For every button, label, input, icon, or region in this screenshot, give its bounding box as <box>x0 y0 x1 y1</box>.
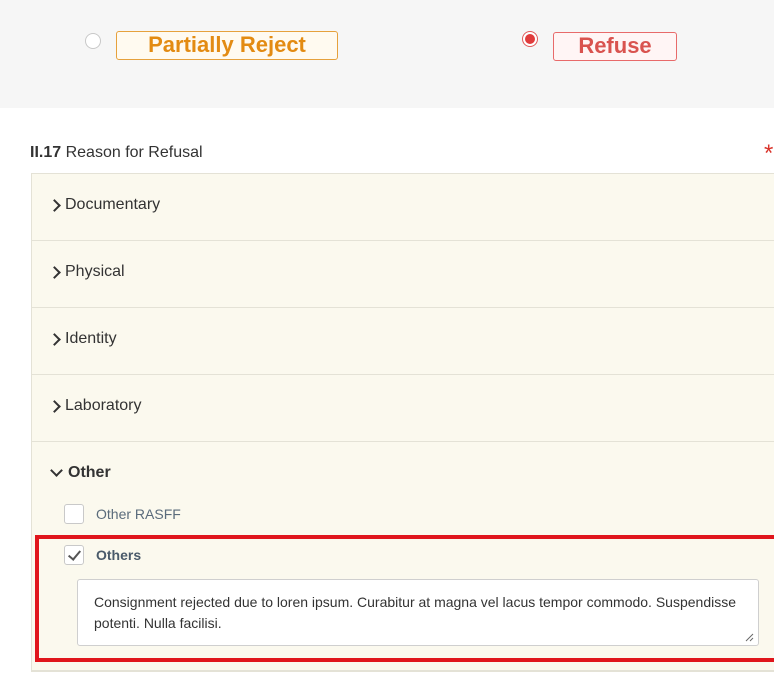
section-number: II.17 <box>30 144 62 161</box>
accordion-label: Identity <box>65 330 117 347</box>
accordion-bottom-border <box>31 670 774 671</box>
chevron-right-icon <box>48 332 61 346</box>
partial-reject-label: Partially Reject <box>148 32 306 57</box>
accordion-label: Documentary <box>65 196 161 213</box>
accordion-label: Other <box>68 464 111 481</box>
accordion-item-laboratory[interactable]: Laboratory <box>32 375 774 442</box>
other-rasff-checkbox[interactable] <box>64 504 84 524</box>
accordion-item-documentary[interactable]: Documentary <box>32 174 774 241</box>
partial-reject-option[interactable]: Partially Reject <box>116 31 338 60</box>
resize-grip-icon[interactable] <box>745 633 754 642</box>
accordion-item-identity[interactable]: Identity <box>32 308 774 375</box>
chevron-down-icon <box>50 464 63 477</box>
section-title: II.17 Reason for Refusal <box>30 144 203 162</box>
section-title-text: Reason for Refusal <box>65 144 203 161</box>
chevron-right-icon <box>48 399 61 413</box>
required-indicator: * <box>764 140 774 167</box>
others-label: Others <box>96 547 142 563</box>
refuse-label: Refuse <box>578 33 652 58</box>
others-checkbox[interactable] <box>64 545 84 565</box>
other-rasff-label: Other RASFF <box>96 506 181 522</box>
accordion-item-other[interactable]: Other <box>32 442 774 502</box>
partial-reject-radio[interactable] <box>85 33 101 49</box>
chevron-right-icon <box>48 198 61 212</box>
refuse-option[interactable]: Refuse <box>553 32 677 61</box>
others-reason-textarea[interactable]: Consignment rejected due to loren ipsum.… <box>77 579 759 646</box>
accordion-label: Physical <box>65 263 125 280</box>
refuse-radio[interactable] <box>522 31 538 47</box>
accordion-item-physical[interactable]: Physical <box>32 241 774 308</box>
accordion-label: Laboratory <box>65 397 142 414</box>
chevron-right-icon <box>48 265 61 279</box>
